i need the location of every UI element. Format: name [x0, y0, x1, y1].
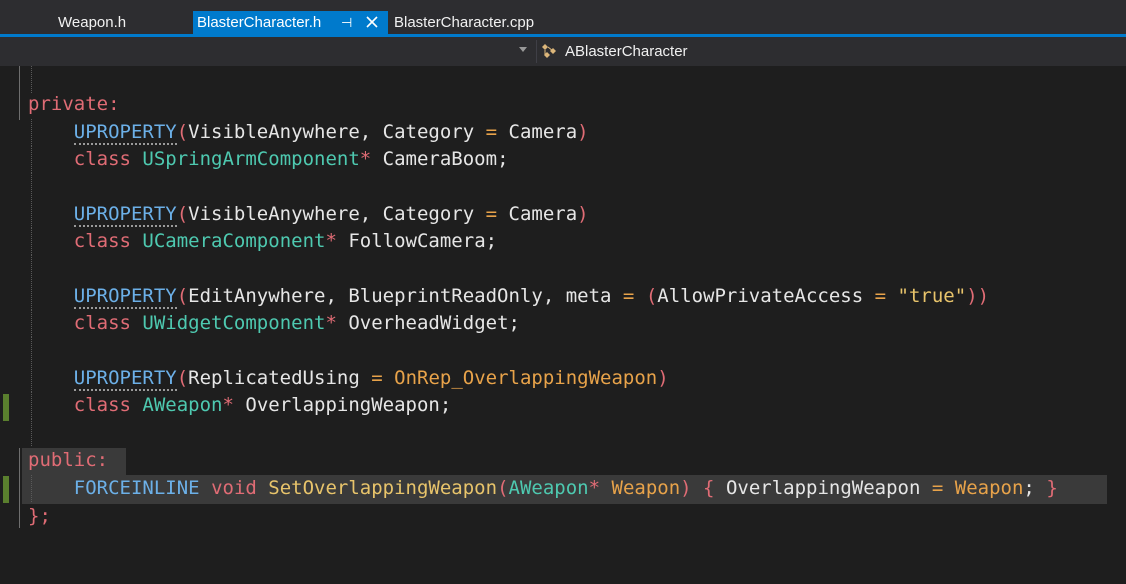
indent-guide: [31, 337, 32, 364]
code-line: public:: [0, 447, 1126, 474]
code-line: [0, 337, 1126, 364]
indent-guide: [31, 255, 32, 282]
specifier: Category: [382, 203, 475, 225]
specifier: VisibleAnywhere: [188, 121, 360, 143]
brace: {: [703, 477, 715, 499]
specifier: EditAnywhere: [188, 285, 326, 307]
code-line: UPROPERTY(VisibleAnywhere, Category = Ca…: [0, 201, 1126, 228]
class-icon: [542, 43, 558, 59]
macro: UPROPERTY: [73, 285, 177, 309]
code-line: FORCEINLINE void SetOverlappingWeapon(AW…: [0, 475, 1126, 502]
specifier: VisibleAnywhere: [188, 203, 360, 225]
closing-brace: };: [28, 505, 51, 527]
member-name: OverlappingWeapon: [725, 477, 921, 499]
specifier: meta: [565, 285, 612, 307]
keyword: void: [211, 477, 257, 499]
specifier-value: Camera: [508, 203, 578, 225]
keyword: class: [73, 312, 131, 334]
code-line: class UCameraComponent* FollowCamera;: [0, 228, 1126, 255]
code-line: private:: [0, 91, 1126, 118]
tab-label: BlasterCharacter.h: [197, 14, 322, 31]
type-name: UWidgetComponent: [142, 312, 326, 334]
operator: =: [485, 121, 498, 143]
type-name: UCameraComponent: [142, 230, 326, 252]
project-dropdown[interactable]: [0, 40, 534, 63]
string-literal: "true": [897, 285, 967, 307]
document-tab-bar: Weapon.h BlasterCharacter.h ⊣ BlasterCha…: [0, 0, 1126, 34]
function-reference: OnRep_OverlappingWeapon: [394, 367, 658, 389]
code-line: UPROPERTY(EditAnywhere, BlueprintReadOnl…: [0, 283, 1126, 310]
code-line: class AWeapon* OverlappingWeapon;: [0, 392, 1126, 419]
operator: =: [485, 203, 498, 225]
code-line: [0, 173, 1126, 200]
code-line: [0, 66, 1126, 93]
pointer-symbol: *: [325, 312, 337, 334]
code-line: class UWidgetComponent* OverheadWidget;: [0, 310, 1126, 337]
macro: UPROPERTY: [73, 367, 177, 391]
code-line: class USpringArmComponent* CameraBoom;: [0, 146, 1126, 173]
specifier-value: Camera: [508, 121, 578, 143]
chevron-down-icon[interactable]: [519, 47, 527, 52]
function-name: SetOverlappingWeapon: [268, 477, 498, 499]
code-line: };: [0, 503, 1126, 530]
operator: =: [931, 477, 944, 499]
pointer-symbol: *: [588, 477, 601, 499]
tab-weapon-h[interactable]: Weapon.h: [58, 11, 126, 34]
brace: }: [1046, 477, 1058, 499]
tab-blastercharacter-h[interactable]: BlasterCharacter.h ⊣: [193, 11, 388, 34]
tab-blastercharacter-cpp[interactable]: BlasterCharacter.cpp: [394, 11, 534, 34]
indent-guide: [31, 419, 32, 446]
member-name: OverlappingWeapon: [245, 394, 440, 416]
macro: UPROPERTY: [73, 203, 177, 227]
indent-guide: [31, 173, 32, 200]
code-editor[interactable]: private: UPROPERTY(VisibleAnywhere, Cate…: [0, 66, 1126, 548]
pointer-symbol: *: [359, 148, 372, 170]
type-name: USpringArmComponent: [142, 148, 360, 170]
code-line: [0, 419, 1126, 446]
parameter: Weapon: [611, 477, 681, 499]
member-name: CameraBoom: [382, 148, 498, 170]
macro: FORCEINLINE: [73, 477, 200, 499]
member-name: FollowCamera: [348, 230, 486, 252]
specifier: AllowPrivateAccess: [657, 285, 864, 307]
indent-guide: [31, 66, 32, 93]
scope-selector[interactable]: ABlasterCharacter: [565, 37, 688, 66]
specifier: BlueprintReadOnly: [348, 285, 543, 307]
pointer-symbol: *: [325, 230, 337, 252]
operator: =: [874, 285, 887, 307]
pin-icon[interactable]: ⊣: [341, 11, 352, 34]
code-line: UPROPERTY(ReplicatedUsing = OnRep_Overla…: [0, 365, 1126, 392]
keyword: class: [73, 230, 131, 252]
operator: =: [622, 285, 635, 307]
type-name: AWeapon: [508, 477, 589, 499]
macro: UPROPERTY: [73, 121, 177, 145]
specifier: Category: [382, 121, 475, 143]
type-name: AWeapon: [142, 394, 223, 416]
close-icon[interactable]: [364, 11, 380, 34]
code-line: [0, 255, 1126, 282]
access-specifier: public:: [28, 449, 109, 471]
pointer-symbol: *: [222, 394, 234, 416]
keyword: class: [73, 394, 131, 416]
nav-separator: [536, 40, 537, 63]
access-specifier: private:: [28, 93, 120, 115]
specifier: ReplicatedUsing: [188, 367, 360, 389]
navigation-bar: ABlasterCharacter: [0, 37, 1126, 66]
operator: =: [371, 367, 383, 389]
code-line: UPROPERTY(VisibleAnywhere, Category = Ca…: [0, 119, 1126, 146]
parameter: Weapon: [954, 477, 1024, 499]
member-name: OverheadWidget: [348, 312, 509, 334]
keyword: class: [73, 148, 131, 170]
